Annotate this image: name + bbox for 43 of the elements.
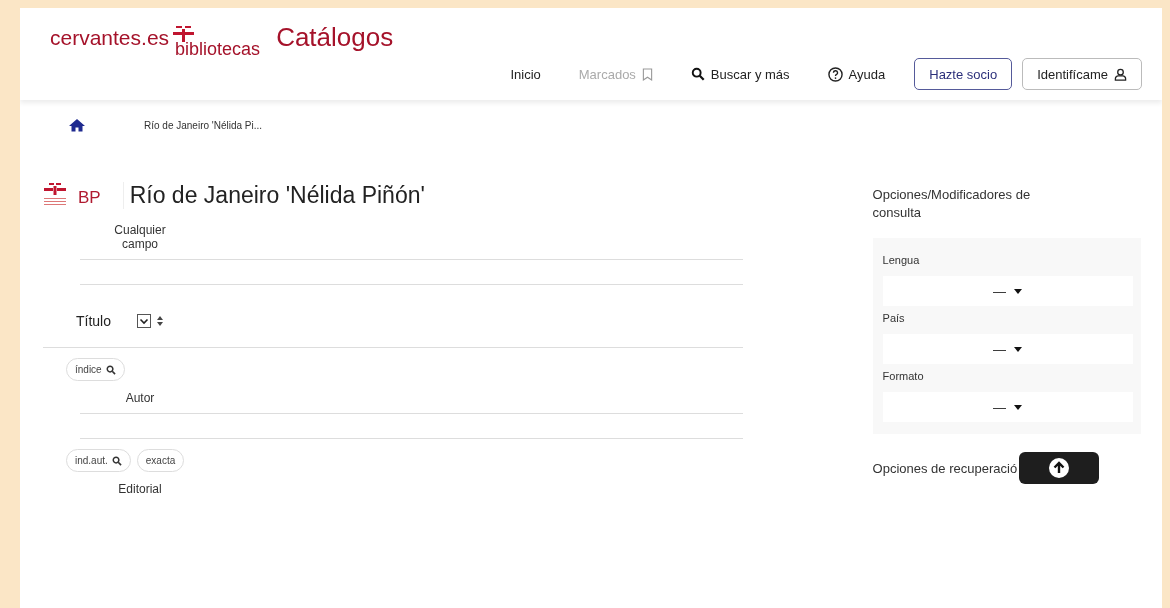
nav-link[interactable]: Inicio	[491, 66, 560, 82]
sort-arrows-icon	[157, 315, 163, 326]
brand-name[interactable]: cervantes.es	[50, 26, 170, 50]
logo-icon	[173, 25, 196, 43]
filter-label: País	[882, 312, 906, 324]
field-label: Autor	[124, 391, 156, 405]
search-icon	[105, 364, 116, 375]
chevron-box-icon	[137, 313, 151, 328]
home-icon[interactable]	[68, 118, 86, 132]
filter-select[interactable]: —	[882, 276, 1133, 306]
breadcrumb-link[interactable]: Río de Janeiro 'Nélida Pi...	[144, 119, 263, 131]
arrow-up-icon	[1049, 458, 1070, 478]
user-icon	[1114, 67, 1127, 81]
signup-button[interactable]: Hazte socio	[914, 58, 1013, 90]
search-option-button[interactable]: índice	[66, 358, 125, 381]
section-heading: Opciones de recuperació	[872, 460, 1018, 476]
site-title: Catálogos	[276, 22, 394, 53]
search-option-button[interactable]: exacta	[136, 449, 185, 472]
filter-select[interactable]: —	[882, 334, 1133, 364]
input-field[interactable]	[80, 413, 743, 439]
field-label: Editorial	[117, 482, 163, 496]
field-label: Cualquier campo	[113, 223, 167, 251]
library-name: Río de Janeiro 'Nélida Piñón'	[122, 182, 425, 209]
field-select[interactable]: Título	[66, 305, 173, 336]
input-field[interactable]	[80, 259, 743, 285]
search-icon	[111, 455, 122, 466]
caret-icon	[1014, 346, 1023, 352]
nav-link[interactable]: Buscar y más	[671, 66, 809, 82]
filter-label: Formato	[882, 370, 925, 382]
section-heading: Opciones/Modificadores de consulta	[872, 186, 1032, 222]
help-icon	[827, 66, 843, 82]
filter-label: Lengua	[882, 254, 921, 266]
filter-select[interactable]: —	[882, 392, 1133, 422]
login-button[interactable]: Identifícame	[1022, 58, 1142, 90]
nav-link[interactable]: Ayuda	[808, 66, 905, 82]
bookmark-icon	[641, 67, 653, 81]
back-to-top-button[interactable]	[1019, 452, 1100, 484]
caret-icon	[1014, 288, 1023, 294]
brand-subtitle: bibliotecas	[175, 39, 261, 60]
search-option-button[interactable]: ind.aut.	[66, 449, 131, 472]
library-code: BP	[78, 187, 101, 208]
caret-icon	[1014, 404, 1023, 410]
search-icon	[690, 67, 705, 81]
